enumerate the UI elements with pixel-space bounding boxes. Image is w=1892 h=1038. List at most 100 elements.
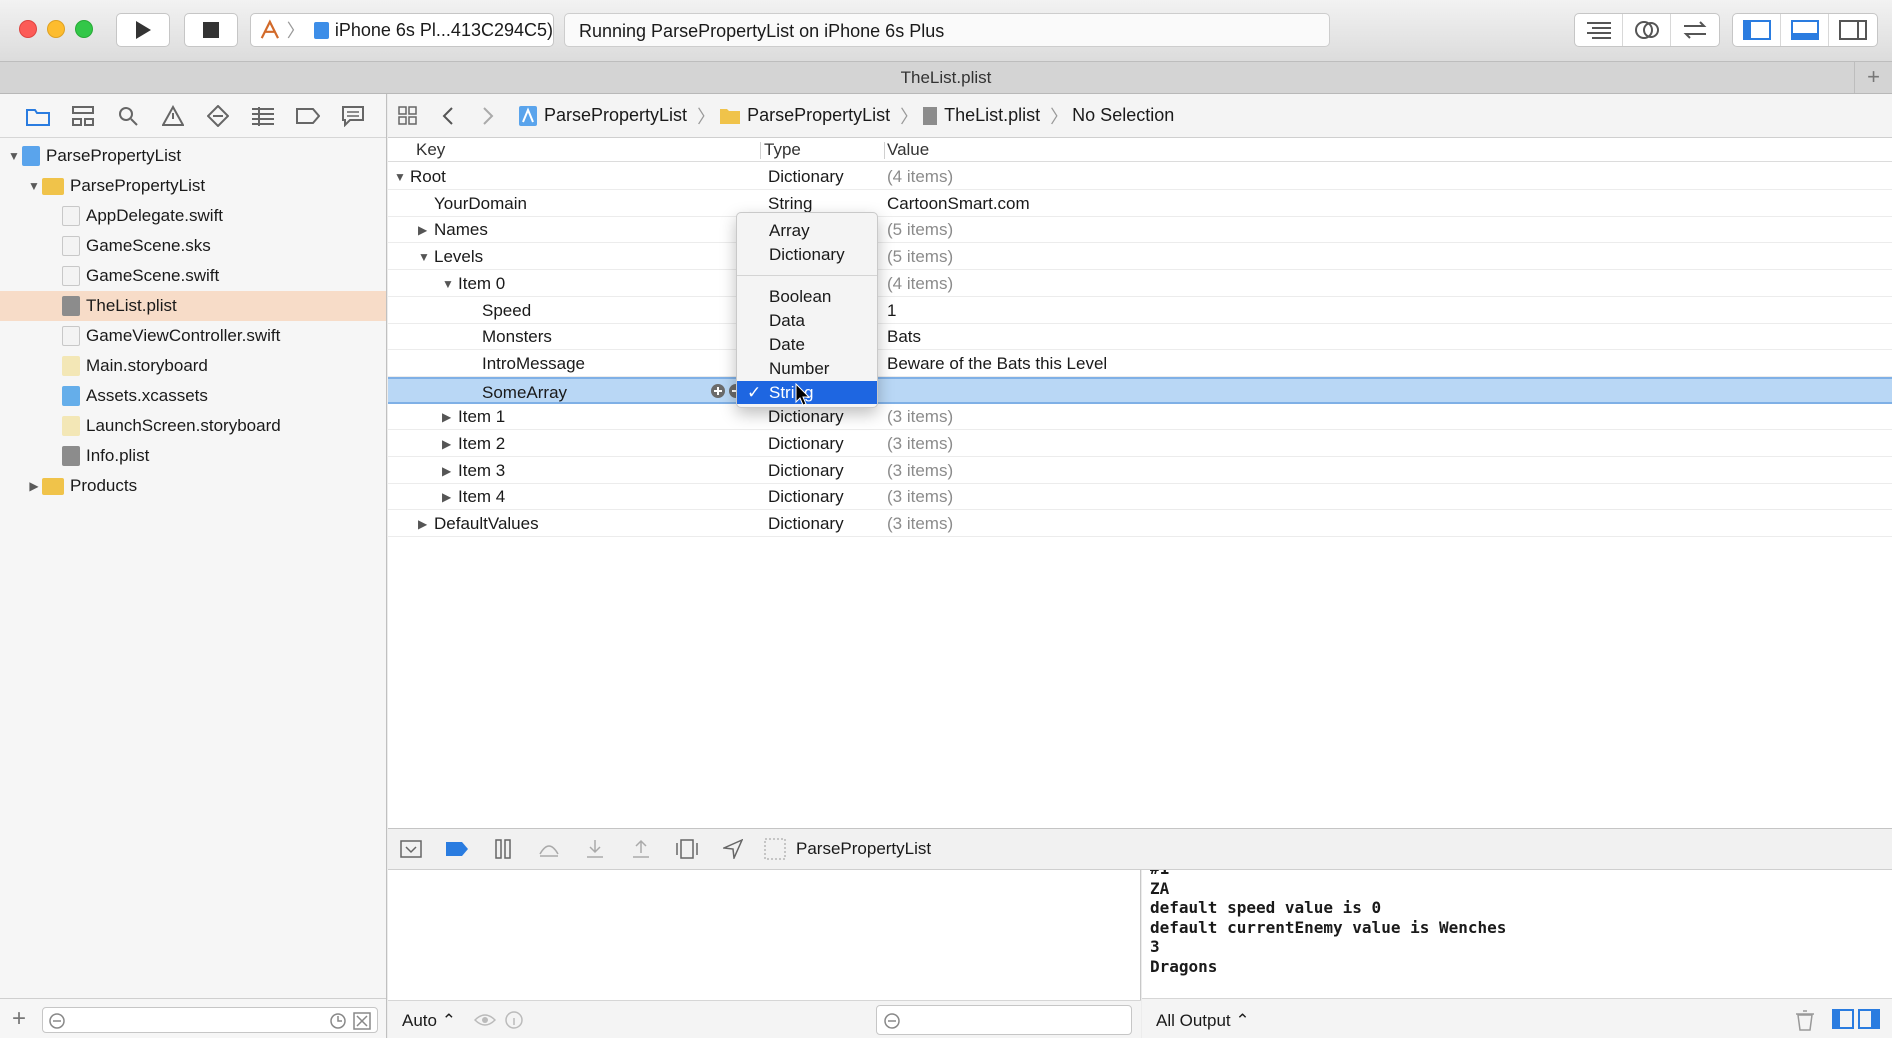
plist-row[interactable]: SomeArray xyxy=(388,376,1892,404)
plist-type-cell[interactable]: Dictionary xyxy=(768,167,844,187)
scm-filter-icon[interactable] xyxy=(353,1012,371,1030)
plist-value-cell[interactable]: (3 items) xyxy=(887,407,953,427)
disclosure-closed-icon[interactable]: ▶ xyxy=(418,223,434,237)
step-over-button[interactable] xyxy=(526,829,572,869)
type-menu-item-date[interactable]: Date xyxy=(737,333,877,356)
navigator-item[interactable]: GameViewController.swift xyxy=(0,321,386,351)
process-selector[interactable]: ParsePropertyList xyxy=(764,838,931,860)
breadcrumb-file[interactable]: TheList.plist xyxy=(922,105,1040,126)
plist-key-cell[interactable]: ▶ Item 2 xyxy=(442,434,505,454)
navigator-item[interactable]: Main.storyboard xyxy=(0,351,386,381)
plist-row[interactable]: ▶ Item 1 Dictionary (3 items) xyxy=(388,403,1892,431)
console-pane-toggle-icon[interactable] xyxy=(1858,1009,1880,1029)
plist-value-cell[interactable]: Beware of the Bats this Level xyxy=(887,354,1107,374)
navigator-item[interactable]: GameScene.swift xyxy=(0,261,386,291)
disclosure-open-icon[interactable]: ▼ xyxy=(6,149,22,163)
value-column-header[interactable]: Value xyxy=(887,140,929,160)
plist-key-cell[interactable]: IntroMessage xyxy=(466,354,585,374)
issue-navigator-tab[interactable] xyxy=(159,102,186,129)
test-navigator-tab[interactable] xyxy=(204,102,231,129)
view-hierarchy-button[interactable] xyxy=(664,829,710,869)
type-menu-item-array[interactable]: Array xyxy=(737,219,877,242)
plist-value-cell[interactable]: (5 items) xyxy=(887,220,953,240)
version-editor-button[interactable] xyxy=(1671,14,1719,46)
disclosure-closed-icon[interactable]: ▶ xyxy=(418,517,434,531)
stop-button[interactable] xyxy=(184,13,238,47)
plist-row[interactable]: ▶ Names (5 items) xyxy=(388,216,1892,244)
column-divider[interactable] xyxy=(760,142,761,159)
navigator-item[interactable]: Info.plist xyxy=(0,441,386,471)
column-divider[interactable] xyxy=(884,142,885,159)
disclosure-closed-icon[interactable]: ▶ xyxy=(26,479,42,493)
add-file-button[interactable]: + xyxy=(12,1005,26,1033)
navigator-item[interactable]: Assets.xcassets xyxy=(0,381,386,411)
key-column-header[interactable]: Key xyxy=(416,140,445,160)
plist-row[interactable]: ▼ Root Dictionary (4 items) xyxy=(388,163,1892,190)
recent-files-icon[interactable] xyxy=(329,1012,347,1030)
trash-icon[interactable] xyxy=(1794,1009,1816,1031)
plist-key-cell[interactable]: ▼ Levels xyxy=(418,247,483,267)
new-tab-button[interactable]: + xyxy=(1854,62,1892,93)
plist-type-cell[interactable]: Dictionary xyxy=(768,514,844,534)
hide-debug-area-button[interactable] xyxy=(388,829,434,869)
plist-key-cell[interactable]: Speed xyxy=(466,301,531,321)
plist-value-cell[interactable]: (4 items) xyxy=(887,274,953,294)
project-navigator-tab[interactable] xyxy=(24,102,51,129)
scheme-selector[interactable]: 〉 iPhone 6s Pl...413C294C5) xyxy=(250,13,554,47)
plist-key-cell[interactable]: ▶ Item 1 xyxy=(442,407,505,427)
plist-row[interactable]: YourDomain String CartoonSmart.com xyxy=(388,190,1892,217)
plist-key-cell[interactable]: Monsters xyxy=(466,327,552,347)
plist-key-cell[interactable]: ▶ Item 4 xyxy=(442,487,505,507)
navigator-item[interactable]: GameScene.sks xyxy=(0,231,386,261)
disclosure-open-icon[interactable]: ▼ xyxy=(394,170,410,184)
plist-row[interactable]: ▶ Item 2 Dictionary (3 items) xyxy=(388,430,1892,457)
toggle-debug-area-button[interactable] xyxy=(1781,14,1829,46)
disclosure-closed-icon[interactable]: ▶ xyxy=(442,437,458,451)
plist-row[interactable]: IntroMessage Beware of the Bats this Leve… xyxy=(388,350,1892,377)
zoom-window-button[interactable] xyxy=(75,20,93,38)
disclosure-open-icon[interactable]: ▼ xyxy=(418,250,434,264)
debug-navigator-tab[interactable] xyxy=(249,102,276,129)
plist-value-cell[interactable]: (5 items) xyxy=(887,247,953,267)
type-menu-item-data[interactable]: Data xyxy=(737,309,877,332)
run-button[interactable] xyxy=(116,13,170,47)
eye-icon[interactable] xyxy=(474,1012,496,1028)
plist-row[interactable]: ▼ Levels (5 items) xyxy=(388,243,1892,271)
disclosure-closed-icon[interactable]: ▶ xyxy=(442,490,458,504)
breakpoint-navigator-tab[interactable] xyxy=(294,102,321,129)
close-window-button[interactable] xyxy=(19,20,37,38)
plist-key-cell[interactable]: ▶ DefaultValues xyxy=(418,514,539,534)
find-navigator-tab[interactable] xyxy=(114,102,141,129)
plist-value-cell[interactable]: Bats xyxy=(887,327,921,347)
type-menu-item-boolean[interactable]: Boolean xyxy=(737,285,877,308)
plist-value-cell[interactable]: (3 items) xyxy=(887,487,953,507)
symbol-navigator-tab[interactable] xyxy=(69,102,96,129)
type-menu-item-number[interactable]: Number xyxy=(737,357,877,380)
type-column-header[interactable]: Type xyxy=(764,140,801,160)
plist-type-cell[interactable]: String xyxy=(768,194,812,214)
plist-row[interactable]: ▼ Item 0 (4 items) xyxy=(388,270,1892,297)
related-items-button[interactable] xyxy=(388,94,428,138)
variables-filter-field[interactable] xyxy=(876,1005,1132,1035)
add-item-icon[interactable] xyxy=(710,383,726,404)
plist-row[interactable]: ▶ Item 4 Dictionary (3 items) xyxy=(388,483,1892,511)
report-navigator-tab[interactable] xyxy=(339,102,366,129)
go-forward-button[interactable] xyxy=(468,94,508,138)
plist-type-cell[interactable]: Dictionary xyxy=(768,434,844,454)
plist-value-cell[interactable]: (3 items) xyxy=(887,434,953,454)
plist-key-cell[interactable]: ▶ Names xyxy=(418,220,488,240)
disclosure-closed-icon[interactable]: ▶ xyxy=(442,410,458,424)
navigator-item[interactable]: ▼ ParsePropertyList xyxy=(0,171,386,201)
type-menu-item-dictionary[interactable]: Dictionary xyxy=(737,243,877,266)
plist-key-cell[interactable]: SomeArray xyxy=(466,383,567,403)
disclosure-open-icon[interactable]: ▼ xyxy=(442,277,458,291)
go-back-button[interactable] xyxy=(428,94,468,138)
plist-type-cell[interactable]: Dictionary xyxy=(768,487,844,507)
toggle-breakpoints-button[interactable] xyxy=(434,829,480,869)
plist-key-cell[interactable]: ▼ Item 0 xyxy=(442,274,505,294)
disclosure-closed-icon[interactable]: ▶ xyxy=(442,464,458,478)
pause-button[interactable] xyxy=(480,829,526,869)
assistant-editor-button[interactable] xyxy=(1623,14,1671,46)
step-into-button[interactable] xyxy=(572,829,618,869)
variables-mode-selector[interactable]: Auto ⌃ xyxy=(402,1011,456,1031)
